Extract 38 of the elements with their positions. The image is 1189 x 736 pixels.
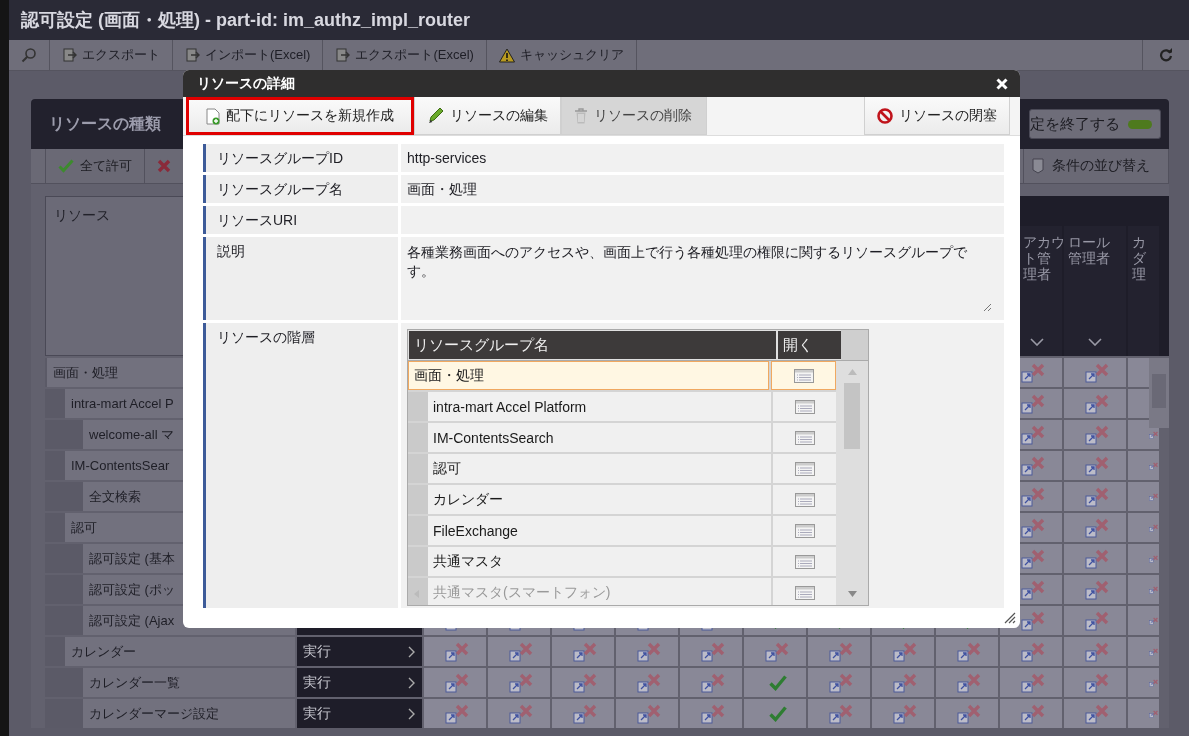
block-resource-button[interactable]: リソースの閉塞 [864,97,1010,135]
sort-conditions-button[interactable]: 条件の並び替え [1023,149,1169,183]
action-select[interactable]: 実行 [297,637,422,666]
resource-tree-item[interactable]: カレンダー [71,642,136,661]
role-column-header[interactable]: アカウ ト管 理者 [1023,234,1065,282]
field-value: 画面・処理 [401,175,1004,203]
column-header: 開く [778,331,841,359]
role-column-header[interactable]: カ ダ 理 [1132,234,1146,282]
role-column-header[interactable]: ロール 管理者 [1068,234,1110,266]
resource-tree-item[interactable]: 全文検索 [89,487,141,506]
export-button[interactable]: エクスポート [50,40,173,70]
create-resource-button[interactable]: 配下にリソースを新規作成 [186,97,414,135]
field-label: リソースグループ名 [203,175,398,203]
resource-group-row[interactable]: IM-ContentsSearch [428,423,771,452]
field-label: リソースの階層 [203,323,398,608]
finish-button[interactable]: 定を終了する [1029,109,1161,139]
allow-all-button[interactable]: 全て許可 [45,149,145,183]
resource-group-row[interactable]: FileExchange [428,516,771,545]
resource-group-row[interactable]: カレンダー [428,485,771,514]
resource-tree-item[interactable]: 認可 [71,518,97,537]
column-header: リソースグループ名 [409,331,776,359]
resource-group-row[interactable]: intra-mart Accel Platform [428,392,771,421]
field-label: リソースグループID [203,144,398,172]
panel-title: リソースの種類 [49,113,161,134]
field-label: 説明 [203,237,398,320]
resource-group-row[interactable]: 共通マスタ [428,547,771,576]
window-title: 認可設定 (画面・処理) - part-id: im_authz_impl_router [21,9,470,32]
description-field[interactable]: 各種業務画面へのアクセスや、画面上で行う各種処理の権限に関するリソースグループです。 [401,237,1004,320]
resource-group-row[interactable]: 画面・処理 [408,361,769,390]
action-select[interactable]: 実行 [297,668,422,697]
resource-tree-item[interactable]: 画面・処理 [53,363,118,382]
resource-group-row[interactable]: 共通マスタ(スマートフォン) [428,578,771,605]
dialog-title: リソースの詳細 [197,74,295,93]
resource-group-row[interactable]: 認可 [428,454,771,483]
field-label: リソースURI [203,206,398,234]
edit-resource-button[interactable]: リソースの編集 [414,97,561,135]
field-value: http-services [401,144,1004,172]
action-select[interactable]: 実行 [297,699,422,728]
